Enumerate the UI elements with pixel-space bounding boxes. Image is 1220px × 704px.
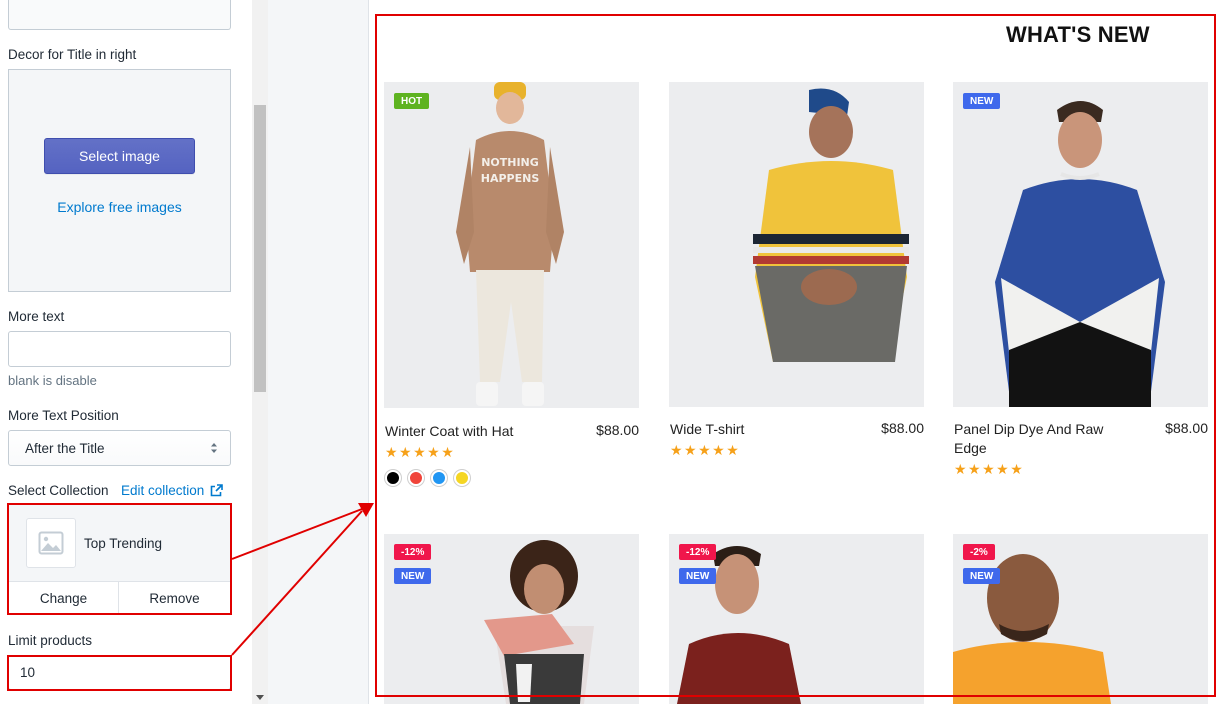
scrollbar-thumb[interactable]	[254, 105, 266, 392]
product-image[interactable]	[953, 82, 1208, 407]
change-collection-button[interactable]: Change	[9, 581, 119, 614]
more-text-position-select[interactable]: After the Title	[8, 430, 231, 466]
svg-text:HAPPENS: HAPPENS	[481, 172, 540, 185]
product-price: $88.00	[596, 422, 639, 438]
limit-products-input[interactable]	[8, 655, 231, 690]
previous-field[interactable]	[8, 0, 231, 30]
model-photo-hoodie: NOTHING HAPPENS	[456, 82, 564, 406]
collection-thumbnail	[26, 518, 76, 568]
collection-name: Top Trending	[84, 536, 163, 551]
explore-free-images-link[interactable]: Explore free images	[9, 199, 230, 215]
decor-title-label: Decor for Title in right	[8, 47, 137, 62]
discount-badge: -12%	[679, 544, 717, 560]
rating-stars: ★★★★★	[954, 461, 1025, 477]
select-value: After the Title	[25, 440, 105, 456]
product-card[interactable]: Wide T-shirt $88.00 ★★★★★	[669, 82, 924, 472]
more-text-position-label: More Text Position	[8, 408, 119, 423]
select-arrows-icon	[211, 443, 217, 453]
select-image-button[interactable]: Select image	[44, 138, 195, 174]
more-text-label: More text	[8, 309, 65, 324]
storefront-preview: WHAT'S NEW NOTHING HAPPENS HOT Winter Co…	[369, 0, 1220, 704]
edit-collection-link[interactable]: Edit collection	[121, 483, 224, 498]
product-name[interactable]: Panel Dip Dye And Raw Edge	[954, 420, 1134, 458]
product-card[interactable]: -2% NEW	[953, 534, 1208, 704]
new-badge: NEW	[394, 568, 432, 584]
more-text-help: blank is disable	[8, 373, 97, 388]
model-photo-striped-tee	[753, 88, 909, 362]
product-name[interactable]: Winter Coat with Hat	[385, 422, 585, 441]
panel-scrollbar[interactable]	[252, 0, 268, 704]
external-link-icon	[210, 484, 224, 497]
product-image[interactable]	[669, 82, 924, 407]
color-swatch[interactable]	[385, 470, 401, 486]
limit-products-label: Limit products	[8, 633, 93, 648]
remove-collection-button[interactable]: Remove	[119, 581, 230, 614]
scroll-down-arrow-icon[interactable]	[256, 695, 264, 700]
image-picker: Select image Explore free images	[8, 69, 231, 292]
product-card[interactable]: NEW Panel Dip Dye And Raw Edge $88.00 ★★…	[953, 82, 1208, 492]
select-collection-label: Select Collection	[8, 483, 109, 498]
color-swatch[interactable]	[431, 470, 447, 486]
collection-card: Top Trending Change Remove	[8, 503, 231, 614]
model-photo-panel-tee	[995, 101, 1165, 407]
new-badge: NEW	[963, 93, 1001, 109]
preview-gutter	[268, 0, 369, 704]
product-card[interactable]: NOTHING HAPPENS HOT Winter Coat with Hat…	[384, 82, 639, 492]
product-image[interactable]: NOTHING HAPPENS	[384, 82, 639, 408]
color-swatch[interactable]	[408, 470, 424, 486]
edit-collection-text: Edit collection	[121, 483, 205, 498]
discount-badge: -12%	[394, 544, 432, 560]
hot-badge: HOT	[394, 93, 430, 109]
product-card[interactable]: -12% NEW	[669, 534, 924, 704]
product-name[interactable]: Wide T-shirt	[670, 420, 850, 439]
new-badge: NEW	[963, 568, 1001, 584]
product-price: $88.00	[881, 420, 924, 436]
color-swatch[interactable]	[454, 470, 470, 486]
rating-stars: ★★★★★	[670, 442, 741, 458]
new-badge: NEW	[679, 568, 717, 584]
product-price: $88.00	[1165, 420, 1208, 436]
theme-settings-panel: Decor for Title in right Select image Ex…	[0, 0, 252, 704]
more-text-input[interactable]	[8, 331, 231, 367]
svg-text:NOTHING: NOTHING	[481, 156, 539, 169]
image-placeholder-icon	[38, 531, 64, 555]
discount-badge: -2%	[963, 544, 995, 560]
rating-stars: ★★★★★	[385, 444, 456, 460]
product-card[interactable]: -12% NEW	[384, 534, 639, 704]
section-title: WHAT'S NEW	[1006, 22, 1150, 47]
